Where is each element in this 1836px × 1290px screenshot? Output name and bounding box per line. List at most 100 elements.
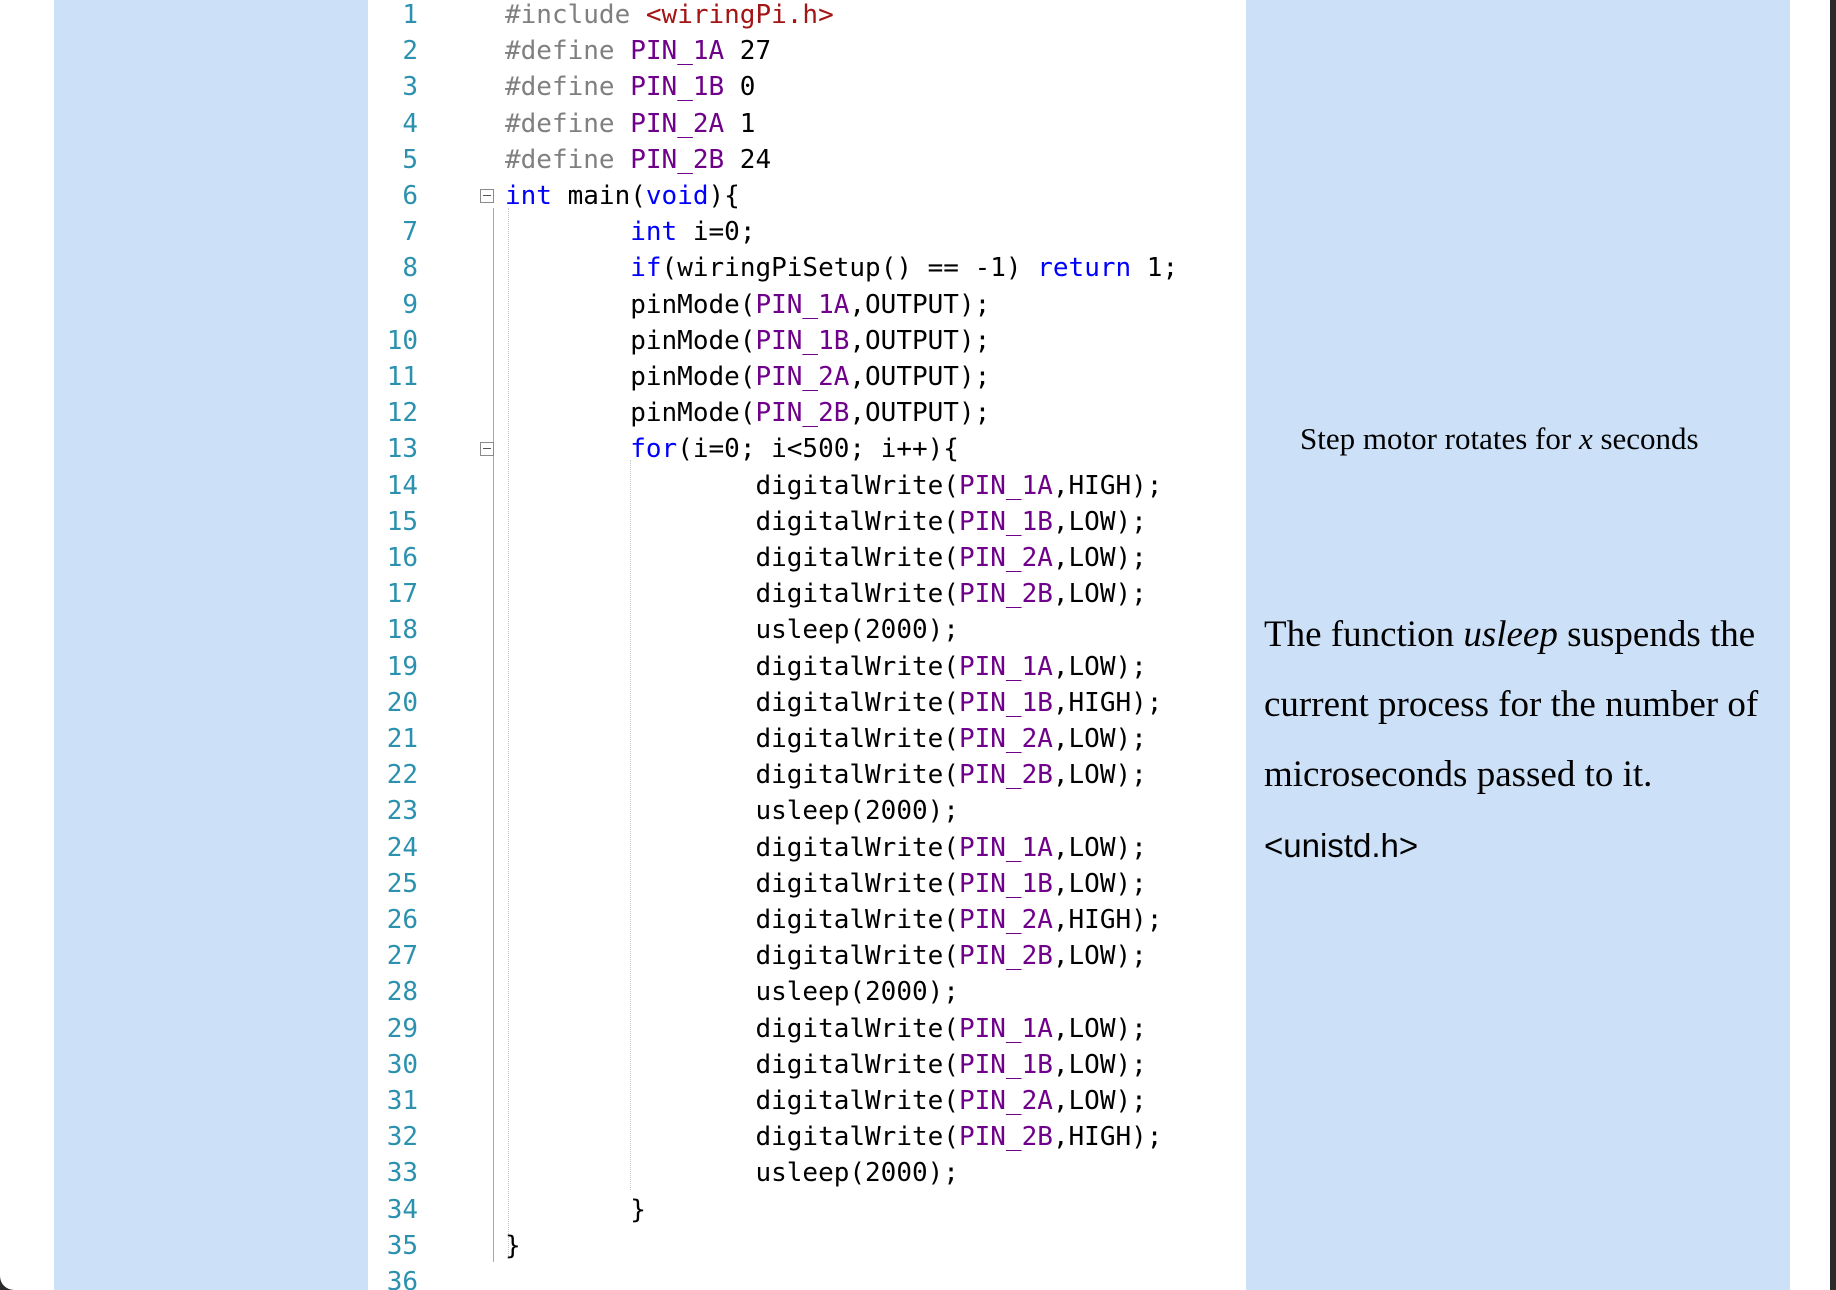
code-token: for bbox=[630, 434, 678, 465]
code-token: ,HIGH); bbox=[1052, 1122, 1163, 1153]
code-line[interactable]: 28 usleep(2000); bbox=[368, 974, 1246, 1010]
usleep-caption-text: The function bbox=[1264, 614, 1464, 655]
rotation-caption-text: Step motor rotates for bbox=[1300, 421, 1579, 456]
code-line[interactable]: 34 } bbox=[368, 1192, 1246, 1228]
code-token: pinMode( bbox=[505, 325, 756, 356]
code-token: (i=0; i<500; i++){ bbox=[677, 434, 959, 465]
code-token: ,HIGH); bbox=[1052, 687, 1163, 718]
code-line[interactable]: 20 digitalWrite(PIN_1B,HIGH); bbox=[368, 685, 1246, 721]
code-text: digitalWrite(PIN_1B,LOW); bbox=[505, 504, 1146, 540]
line-number: 21 bbox=[386, 724, 418, 754]
line-number: 25 bbox=[386, 868, 418, 899]
code-line[interactable]: 36 bbox=[368, 1264, 1246, 1290]
code-token: PIN_1A bbox=[630, 36, 725, 67]
code-line[interactable]: 24 digitalWrite(PIN_1A,LOW); bbox=[368, 830, 1246, 866]
code-text: digitalWrite(PIN_2B,LOW); bbox=[505, 757, 1146, 793]
code-text: #include <wiringPi.h> bbox=[505, 0, 834, 33]
code-text: digitalWrite(PIN_1A,HIGH); bbox=[505, 468, 1162, 504]
code-token: ,LOW); bbox=[1052, 941, 1147, 972]
code-token: #define bbox=[505, 108, 631, 139]
code-line[interactable]: 8 if(wiringPiSetup() == -1) return 1; bbox=[368, 250, 1246, 286]
code-line[interactable]: 3 #define PIN_1B 0 bbox=[368, 69, 1246, 105]
code-token: PIN_1A bbox=[958, 470, 1053, 501]
code-token: digitalWrite( bbox=[505, 687, 959, 718]
code-line[interactable]: 10 pinMode(PIN_1B,OUTPUT); bbox=[368, 323, 1246, 359]
collapse-icon[interactable] bbox=[480, 189, 494, 203]
code-token: ,OUTPUT); bbox=[849, 289, 991, 320]
code-line[interactable]: 25 digitalWrite(PIN_1B,LOW); bbox=[368, 866, 1246, 902]
line-number: 36 bbox=[386, 1267, 418, 1290]
code-token: } bbox=[505, 1230, 521, 1261]
code-token: digitalWrite( bbox=[505, 832, 959, 863]
code-line[interactable]: 27 digitalWrite(PIN_2B,LOW); bbox=[368, 938, 1246, 974]
code-line[interactable]: 31 digitalWrite(PIN_2A,LOW); bbox=[368, 1083, 1246, 1119]
line-number: 29 bbox=[386, 1013, 418, 1044]
code-text: digitalWrite(PIN_2A,LOW); bbox=[505, 721, 1146, 757]
code-line[interactable]: 22 digitalWrite(PIN_2B,LOW); bbox=[368, 757, 1246, 793]
code-token: PIN_1A bbox=[958, 651, 1053, 682]
line-number: 27 bbox=[386, 941, 418, 972]
code-text: usleep(2000); bbox=[505, 612, 959, 648]
code-line[interactable]: 32 digitalWrite(PIN_2B,HIGH); bbox=[368, 1119, 1246, 1155]
code-token: 1 bbox=[724, 108, 756, 139]
code-token: int bbox=[630, 217, 678, 248]
code-token: PIN_1B bbox=[958, 868, 1053, 899]
code-token: digitalWrite( bbox=[505, 506, 959, 537]
code-token: PIN_2A bbox=[958, 543, 1053, 573]
code-line[interactable]: 6 int main(void){ bbox=[368, 178, 1246, 214]
line-number: 6 bbox=[402, 181, 418, 211]
code-line[interactable]: 7 int i=0; bbox=[368, 214, 1246, 250]
left-blue-band bbox=[54, 0, 368, 1290]
code-line[interactable]: 26 digitalWrite(PIN_2A,HIGH); bbox=[368, 902, 1246, 938]
code-text: digitalWrite(PIN_1B,LOW); bbox=[505, 1047, 1146, 1083]
code-line[interactable]: 33 usleep(2000); bbox=[368, 1155, 1246, 1191]
code-line[interactable]: 29 digitalWrite(PIN_1A,LOW); bbox=[368, 1011, 1246, 1047]
code-line[interactable]: 17 digitalWrite(PIN_2B,LOW); bbox=[368, 576, 1246, 612]
code-token: PIN_1B bbox=[630, 72, 725, 103]
line-number: 14 bbox=[386, 470, 418, 501]
code-text: #define PIN_2B 24 bbox=[505, 142, 771, 178]
code-text: digitalWrite(PIN_2B,LOW); bbox=[505, 938, 1147, 974]
slide: 1 #include <wiringPi.h> 2 #define PIN_1A 27… bbox=[0, 0, 1830, 1290]
code-line[interactable]: 5 #define PIN_2B 24 bbox=[368, 142, 1246, 178]
code-token: PIN_1A bbox=[958, 1013, 1053, 1044]
code-token: PIN_2B bbox=[958, 760, 1053, 791]
code-line[interactable]: 12 pinMode(PIN_2B,OUTPUT); bbox=[368, 395, 1246, 431]
code-token: pinMode( bbox=[505, 362, 756, 392]
code-text: digitalWrite(PIN_1B,LOW); bbox=[505, 866, 1146, 902]
line-number: 28 bbox=[386, 977, 418, 1008]
code-line[interactable]: 13 for(i=0; i<500; i++){ bbox=[368, 431, 1246, 467]
code-token: digitalWrite( bbox=[505, 543, 959, 573]
code-line[interactable]: 11 pinMode(PIN_2A,OUTPUT); bbox=[368, 359, 1246, 395]
code-text: digitalWrite(PIN_2A,LOW); bbox=[505, 540, 1146, 576]
code-token: digitalWrite( bbox=[505, 651, 959, 682]
code-token: digitalWrite( bbox=[505, 941, 959, 972]
code-token: PIN_2A bbox=[755, 362, 850, 392]
code-token: #include bbox=[505, 0, 646, 30]
code-token: PIN_1A bbox=[755, 289, 850, 320]
code-text: int i=0; bbox=[505, 214, 755, 250]
code-line[interactable]: 1 #include <wiringPi.h> bbox=[368, 0, 1246, 33]
code-line[interactable]: 14 digitalWrite(PIN_1A,HIGH); bbox=[368, 468, 1246, 504]
code-line[interactable]: 16 digitalWrite(PIN_2A,LOW); bbox=[368, 540, 1246, 576]
code-line[interactable]: 35} bbox=[368, 1228, 1246, 1264]
code-line[interactable]: 30 digitalWrite(PIN_1B,LOW); bbox=[368, 1047, 1246, 1083]
collapse-icon[interactable] bbox=[480, 442, 494, 457]
code-line[interactable]: 18 usleep(2000); bbox=[368, 612, 1246, 648]
code-line[interactable]: 19 digitalWrite(PIN_1A,LOW); bbox=[368, 649, 1246, 685]
code-line[interactable]: 4 #define PIN_2A 1 bbox=[368, 106, 1246, 142]
header-caption: <unistd.h> bbox=[1264, 827, 1419, 864]
line-number: 20 bbox=[386, 687, 418, 718]
code-token: <wiringPi.h> bbox=[645, 0, 834, 30]
code-line[interactable]: 23 usleep(2000); bbox=[368, 793, 1246, 829]
code-token: void bbox=[645, 181, 709, 211]
code-editor[interactable]: 1 #include <wiringPi.h> 2 #define PIN_1A 27… bbox=[368, 0, 1246, 1290]
rotation-caption-suffix: seconds bbox=[1592, 421, 1699, 456]
code-line[interactable]: 21 digitalWrite(PIN_2A,LOW); bbox=[368, 721, 1246, 757]
code-line[interactable]: 9 pinMode(PIN_1A,OUTPUT); bbox=[368, 287, 1246, 323]
code-line[interactable]: 15 digitalWrite(PIN_1B,LOW); bbox=[368, 504, 1246, 540]
code-token: pinMode( bbox=[505, 398, 756, 429]
code-token: PIN_2B bbox=[630, 144, 725, 175]
line-number: 2 bbox=[402, 36, 418, 67]
code-line[interactable]: 2 #define PIN_1A 27 bbox=[368, 33, 1246, 69]
